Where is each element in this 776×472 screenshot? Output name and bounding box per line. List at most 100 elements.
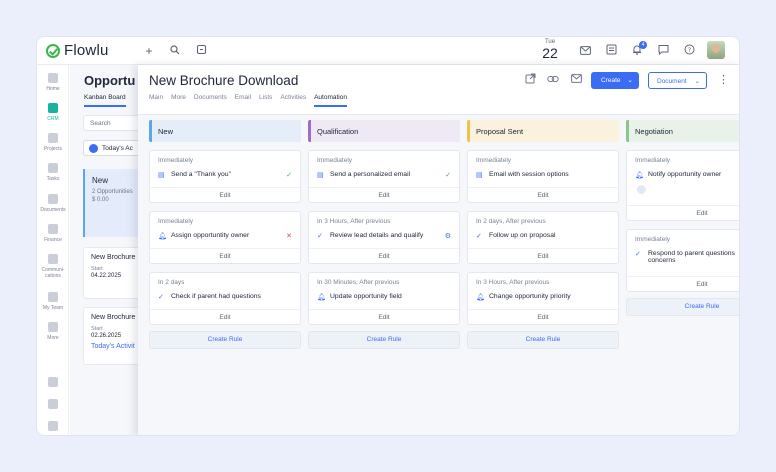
rule-action-text-wrap: Follow up on proposal [489,232,556,240]
settings-icon [48,399,58,409]
automation-rule[interactable]: In 30 Minutes, After previous 🔔︎ Update op… [308,272,460,325]
rule-timing: In 2 days, After previous [476,218,546,225]
rule-action-text-wrap: Update opportunity field [330,293,402,301]
nav-item-more[interactable]: More [37,322,69,341]
rule-action: ✓ Follow up on proposal [476,232,556,240]
rule-action-text-wrap: Notify opportunity owner [648,171,721,179]
automation-rule[interactable]: In 2 days, After previous ✓ Follow up on p… [467,211,619,264]
link-icon[interactable] [546,73,560,87]
edit-rule-button[interactable]: Edit [627,276,739,291]
rule-timing: Immediately [158,157,194,164]
plus-icon[interactable]: + [141,43,157,59]
stage-column: Proposal Sent Immediately ▤ Email with sess… [467,120,619,349]
rule-action: ✓ Respond to parent questions concerns [635,250,735,264]
create-button[interactable]: Create ⌄ [591,72,639,89]
panel-title: New Brochure Download [149,73,299,88]
tab-activities[interactable]: Activities [280,94,306,107]
tab-kanban-board[interactable]: Kanban Board [84,94,126,107]
tab-automation[interactable]: Automation [314,94,347,107]
create-rule-button[interactable]: Create Rule [467,331,619,349]
automation-rule[interactable]: Immediately 🔔︎ Notify opportunity owner Edi… [626,150,739,221]
tab-documents[interactable]: Documents [194,94,227,107]
rule-action-text: Notify opportunity owner [648,171,722,178]
nav-item-crm[interactable]: CRM [37,103,69,122]
nav-item-projects[interactable]: Projects [37,133,69,152]
search-icon[interactable] [167,43,183,59]
filter-icon [89,144,98,153]
opportunity-panel: New Brochure Download Main More Document… [138,65,739,435]
tab-email[interactable]: Email [235,94,251,107]
nav-extra-3[interactable] [37,421,69,431]
nav-extra-2[interactable] [37,399,69,409]
logo[interactable]: Flowlu [46,42,109,59]
crm-icon [48,103,58,113]
nav-item-documents[interactable]: Documents [37,194,69,213]
rule-action: 🔔︎ Update opportunity field [317,293,402,301]
automation-rule[interactable]: In 3 Hours, After previous ✓ Review lead d… [308,211,460,264]
edit-rule-button[interactable]: Edit [468,187,618,202]
rule-action-text: Send a "Thank you" [171,171,231,178]
rule-timing: In 2 days [158,279,185,286]
external-link-icon[interactable] [523,73,537,87]
help-icon[interactable]: ? [681,43,697,59]
document-button[interactable]: Document ⌄ [648,72,707,89]
nav-item-home[interactable]: Home [37,73,69,92]
nav-item-tasks[interactable]: Tasks [37,163,69,182]
automation-rule[interactable]: In 3 Hours, After previous 🔔︎ Change oppor… [467,272,619,325]
rule-action: ✓ Check if parent had questions [158,293,261,301]
automation-rule[interactable]: Immediately ✓ Respond to parent questions c… [626,229,739,292]
team-icon [48,292,58,302]
status-error-icon: ✕ [286,233,292,240]
rule-timing: In 3 Hours, After previous [476,279,550,286]
create-rule-button[interactable]: Create Rule [308,331,460,349]
svg-text:?: ? [687,46,690,54]
edit-rule-button[interactable]: Edit [150,309,300,324]
automation-rule[interactable]: Immediately 🔔︎ Assign opportuntity owner ✕ E… [149,211,301,264]
support-icon [48,421,58,431]
notes-icon[interactable] [603,43,619,59]
automation-rule[interactable]: In 2 days ✓ Check if parent had questions E… [149,272,301,325]
create-rule-button[interactable]: Create Rule [626,298,739,316]
rule-action-text: Follow up on proposal [489,232,556,239]
tab-lists[interactable]: Lists [259,94,272,107]
tab-more[interactable]: More [171,94,186,107]
nav-extra-1[interactable] [37,377,69,387]
rule-action-text-cont: concerns [648,257,676,264]
automation-rule[interactable]: Immediately ▤ Send a "Thank you" ✓ Edit [149,150,301,203]
date-widget[interactable]: Tue 22 [540,38,560,61]
edit-rule-button[interactable]: Edit [309,309,459,324]
mail-icon[interactable] [569,73,583,87]
stage-column-header: Qualification [308,120,460,142]
home-icon [48,73,58,83]
edit-rule-button[interactable]: Edit [468,248,618,263]
page-title: Opportu [84,73,136,88]
mail-icon[interactable] [577,43,593,59]
edit-rule-button[interactable]: Edit [150,187,300,202]
communications-icon [48,254,58,264]
bell-icon: 🔔︎ [635,172,644,179]
rule-timing: In 3 Hours, After previous [317,218,391,225]
edit-rule-button[interactable]: Edit [309,187,459,202]
status-check-icon: ✓ [286,172,292,179]
automation-rule[interactable]: Immediately ▤ Email with session options Ed… [467,150,619,203]
edit-rule-button[interactable]: Edit [150,248,300,263]
chat-icon[interactable] [655,43,671,59]
nav-item-my-team[interactable]: My Team [37,292,69,311]
edit-rule-button[interactable]: Edit [309,248,459,263]
edit-rule-button[interactable]: Edit [627,205,739,220]
rule-action: 🔔︎ Notify opportunity owner [635,171,721,179]
user-avatar[interactable] [707,41,725,59]
nav-item-communications[interactable]: Communi- cations [37,254,69,279]
more-options-icon[interactable]: ⋮ [718,73,729,86]
date-day: 22 [542,45,558,61]
rule-action-text-wrap: Send a "Thank you" [171,171,231,179]
timer-icon[interactable] [193,43,209,59]
create-rule-button[interactable]: Create Rule [149,331,301,349]
rule-timing: Immediately [317,157,353,164]
gear-icon: ⚙ [444,233,451,240]
apps-icon [48,377,58,387]
tab-main[interactable]: Main [149,94,163,107]
nav-item-finance[interactable]: Finance [37,224,69,243]
edit-rule-button[interactable]: Edit [468,309,618,324]
automation-rule[interactable]: Immediately ▤ Send a personalized email ✓ Ed… [308,150,460,203]
